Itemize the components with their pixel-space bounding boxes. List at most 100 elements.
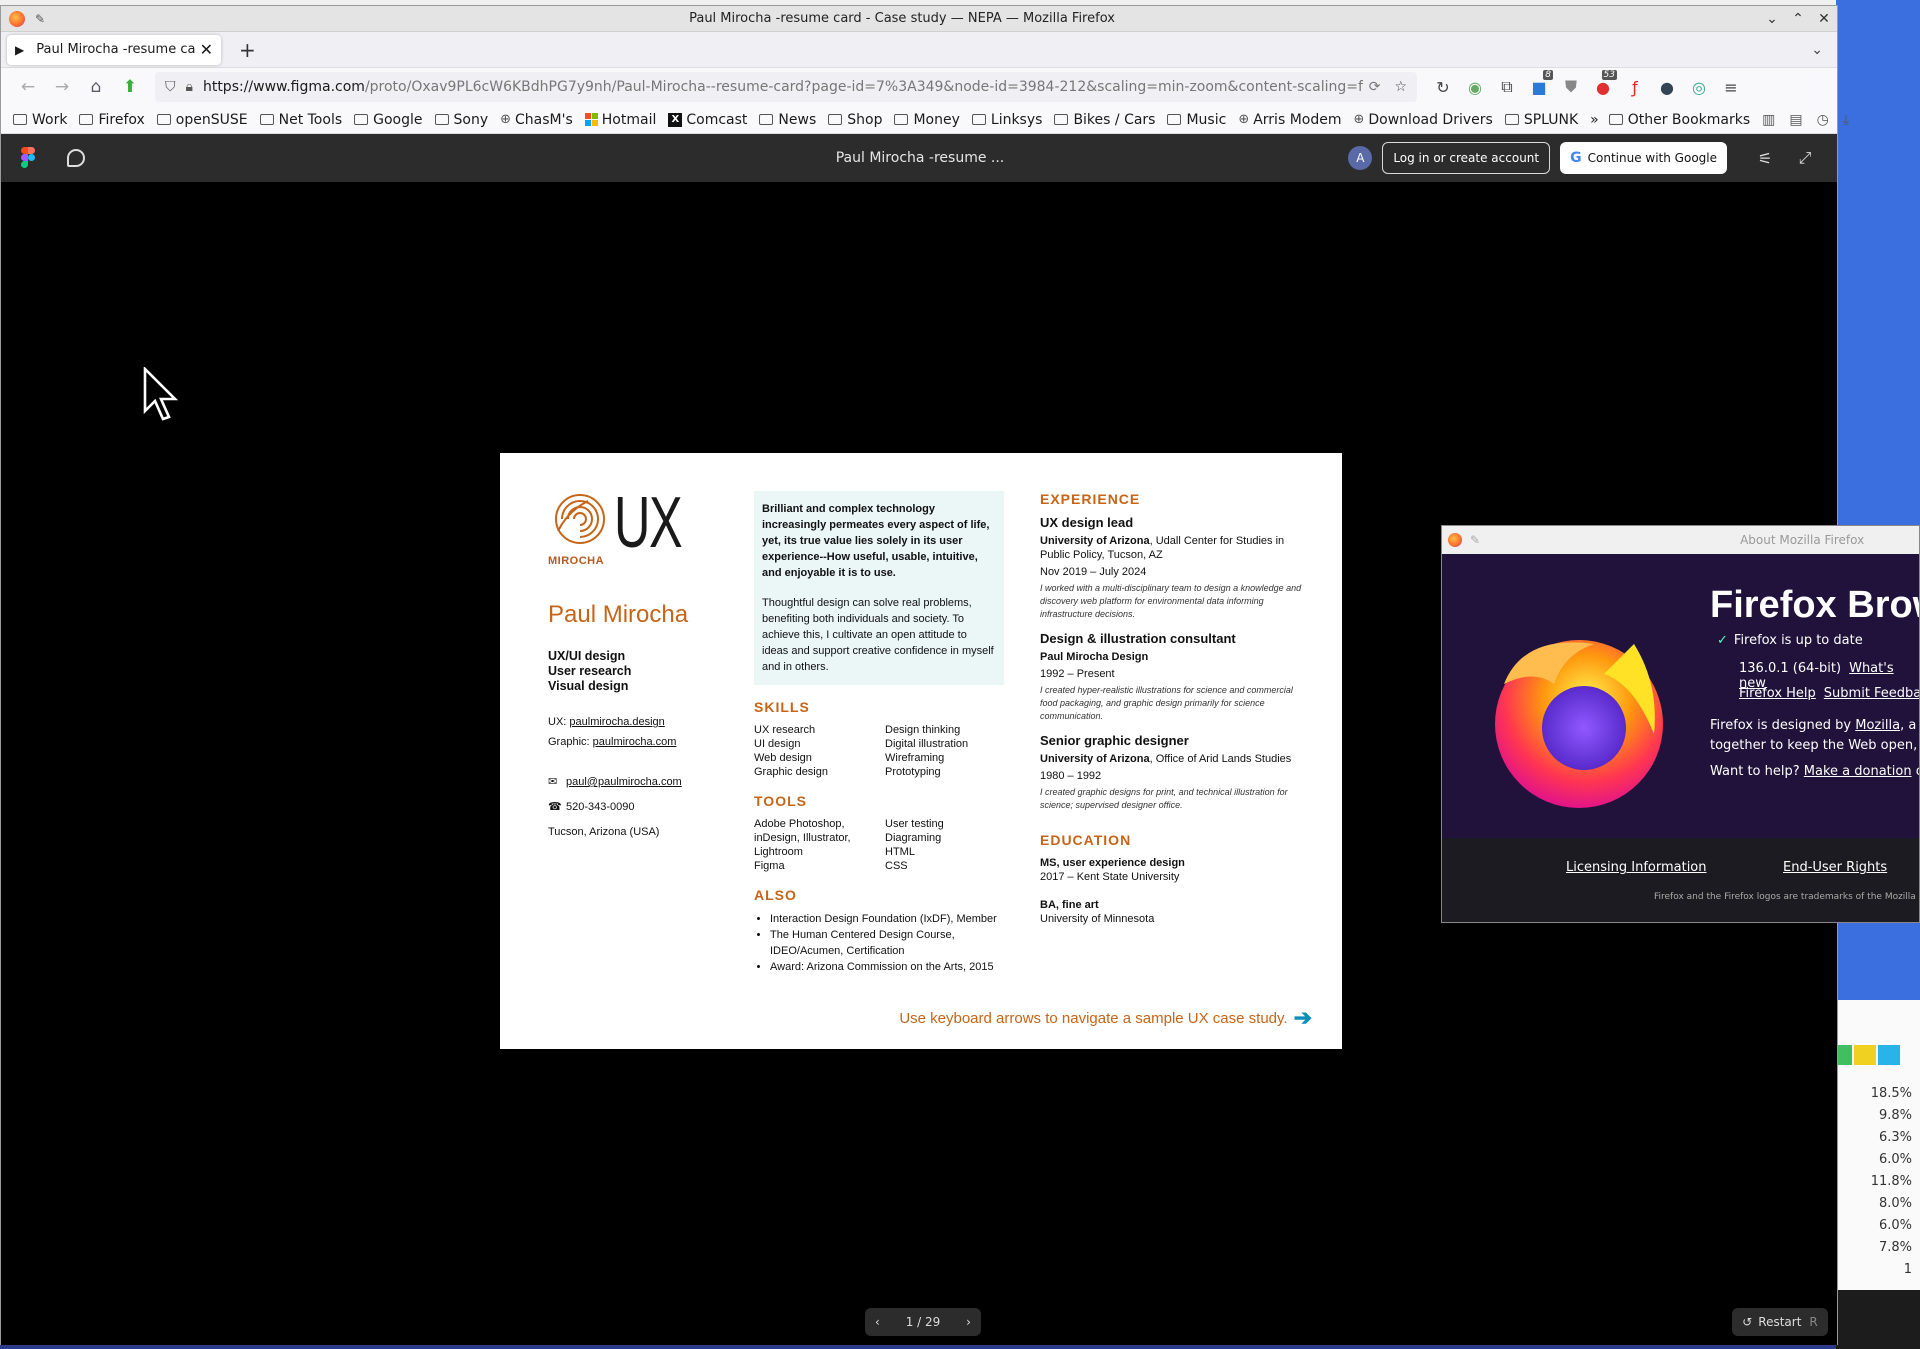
resume-card[interactable]: MIROCHA UX Paul Mirocha UX/UI design Use… bbox=[500, 453, 1342, 1049]
login-button[interactable]: Log in or create account bbox=[1382, 142, 1551, 174]
bookmark-item[interactable]: Money bbox=[894, 112, 960, 128]
bookmark-item[interactable]: Music bbox=[1167, 112, 1226, 128]
end-user-rights-link[interactable]: End-User Rights bbox=[1783, 860, 1887, 875]
reader-icon[interactable]: ⟳ bbox=[1369, 79, 1381, 95]
lock-icon[interactable]: 🔒︎ bbox=[186, 79, 193, 95]
bookmark-item[interactable]: Net Tools bbox=[259, 112, 342, 128]
window-titlebar: ✎ Paul Mirocha -resume card - Case study… bbox=[1, 6, 1837, 32]
restart-button[interactable]: ↺ Restart R bbox=[1732, 1308, 1828, 1336]
donation-text: Want to help? Make a donation or bbox=[1710, 764, 1919, 779]
education-entry: MS, user experience design 2017 – Kent S… bbox=[1040, 856, 1302, 884]
fullscreen-icon[interactable]: ⤢ bbox=[1785, 148, 1825, 168]
comment-icon[interactable] bbox=[67, 149, 85, 167]
also-item: Interaction Design Foundation (IxDF), Me… bbox=[770, 911, 1024, 927]
bookmark-star-icon[interactable]: ☆ bbox=[1394, 79, 1407, 95]
arrow-right-icon[interactable]: ➔ bbox=[1294, 1005, 1312, 1031]
designed-text: , a g bbox=[1900, 718, 1919, 733]
play-icon: ▶ bbox=[15, 42, 25, 57]
licensing-link[interactable]: Licensing Information bbox=[1566, 860, 1707, 875]
home-button[interactable]: ⌂ bbox=[79, 77, 113, 97]
maximize-icon[interactable]: ⌃ bbox=[1785, 11, 1811, 27]
back-button[interactable]: ← bbox=[11, 77, 45, 97]
extension-icon[interactable]: ● bbox=[1651, 78, 1683, 97]
extension-icon[interactable]: ● 53 bbox=[1587, 69, 1619, 97]
forward-button[interactable]: → bbox=[45, 77, 79, 97]
avatar[interactable]: A bbox=[1348, 146, 1373, 170]
save-icon[interactable]: ⤓ bbox=[1843, 112, 1849, 128]
next-page-icon[interactable]: › bbox=[966, 1315, 971, 1329]
bookmark-item[interactable]: openSUSE bbox=[156, 112, 248, 128]
flash-icon[interactable]: ƒ bbox=[1619, 78, 1651, 97]
bookmark-item[interactable]: Shop bbox=[828, 112, 882, 128]
more-bookmarks-icon[interactable]: » bbox=[1590, 112, 1599, 128]
bookmark-item[interactable]: Bikes / Cars bbox=[1054, 112, 1155, 128]
bookmark-item[interactable]: Google bbox=[354, 112, 423, 128]
donation-link[interactable]: Make a donation bbox=[1804, 764, 1912, 779]
minimize-icon[interactable]: ⌄ bbox=[1759, 11, 1785, 27]
google-login-button[interactable]: G Continue with Google bbox=[1560, 142, 1727, 174]
url-bar[interactable]: ⛉ 🔒︎ https://www.figma.com/proto/Oxav9PL… bbox=[155, 72, 1417, 102]
pin-icon[interactable]: ✎ bbox=[1470, 533, 1480, 547]
navigation-hint[interactable]: Use keyboard arrows to navigate a sample… bbox=[899, 1005, 1312, 1031]
bookmark-item[interactable]: ⊕ Arris Modem bbox=[1238, 112, 1341, 128]
bookmark-item[interactable]: ⊕ ChasM's bbox=[500, 112, 573, 128]
job-org-name: University of Arizona bbox=[1040, 753, 1150, 765]
menu-icon[interactable]: ≡ bbox=[1715, 78, 1747, 97]
bookmark-item[interactable]: Work bbox=[13, 112, 67, 128]
figma-logo-icon[interactable] bbox=[21, 147, 35, 169]
shield-extension-icon[interactable]: ⛊ bbox=[1555, 77, 1587, 97]
resume-left-column: MIROCHA UX Paul Mirocha UX/UI design Use… bbox=[548, 487, 728, 845]
bookmark-item[interactable]: Firefox bbox=[79, 112, 145, 128]
tab-close-icon[interactable]: ✕ bbox=[200, 40, 213, 59]
mozilla-link[interactable]: Mozilla bbox=[1855, 718, 1900, 733]
sidebar-icon[interactable]: ▥ bbox=[1762, 112, 1775, 128]
email-link[interactable]: paul@paulmirocha.com bbox=[566, 776, 682, 788]
bookmark-item[interactable]: X Comcast bbox=[668, 112, 747, 128]
bookmark-item[interactable]: News bbox=[759, 112, 816, 128]
puzzle-icon[interactable]: ⧉ bbox=[1491, 77, 1523, 97]
extension-icon[interactable]: ◎ bbox=[1683, 78, 1715, 97]
bookmark-item[interactable]: Sony bbox=[434, 112, 488, 128]
prev-page-icon[interactable]: ‹ bbox=[875, 1315, 880, 1329]
tab-figma[interactable]: ▶ Paul Mirocha -resume card ✕ bbox=[7, 34, 221, 65]
tool-item: Diagraming bbox=[885, 832, 942, 844]
tab-bar: ▶ Paul Mirocha -resume card ✕ + ⌄ bbox=[1, 32, 1837, 68]
extension-icon[interactable]: ◉ bbox=[1459, 78, 1491, 97]
folder-icon bbox=[13, 114, 27, 125]
toolbar-icons: ↻ ◉ ⧉ ■ 8 ⛊ ● 53 ƒ ● ◎ ≡ bbox=[1427, 69, 1747, 97]
screenshot-icon[interactable]: ▤ bbox=[1789, 112, 1802, 128]
settings-sliders-icon[interactable]: ⚟ bbox=[1745, 149, 1785, 168]
folder-icon bbox=[759, 114, 774, 125]
education-entry: BA, fine art University of Minnesota bbox=[1040, 898, 1302, 926]
bookmark-item[interactable]: ⊕ Download Drivers bbox=[1353, 112, 1492, 128]
close-icon[interactable]: ✕ bbox=[1811, 11, 1837, 27]
pin-icon[interactable]: ✎ bbox=[35, 12, 45, 26]
shield-icon[interactable]: ⛉ bbox=[165, 79, 176, 95]
submit-feedback-link[interactable]: Submit Feedba bbox=[1824, 686, 1919, 701]
tool-item: Figma bbox=[754, 860, 785, 872]
extension-icon[interactable]: ■ 8 bbox=[1523, 69, 1555, 97]
list-all-tabs-icon[interactable]: ⌄ bbox=[1811, 42, 1823, 58]
other-bookmarks[interactable]: Other Bookmarks bbox=[1608, 112, 1750, 128]
bookmark-item[interactable]: SPLUNK bbox=[1504, 112, 1578, 128]
bookmark-item[interactable]: Hotmail bbox=[584, 112, 656, 128]
ux-logo: MIROCHA UX bbox=[548, 487, 728, 571]
graphic-portfolio-link[interactable]: paulmirocha.com bbox=[593, 736, 677, 748]
tool-item: User testing bbox=[885, 818, 944, 830]
bookmark-label: Shop bbox=[847, 111, 883, 128]
phone-number: 520-343-0090 bbox=[566, 801, 635, 813]
job-title: Design & illustration consultant bbox=[1040, 631, 1236, 646]
firefox-help-link[interactable]: Firefox Help bbox=[1739, 686, 1816, 701]
ux-portfolio-link[interactable]: paulmirocha.design bbox=[569, 716, 664, 728]
url-text[interactable]: https://www.figma.com/proto/Oxav9PL6cW6K… bbox=[203, 79, 1363, 95]
extension-icon[interactable]: ⬆ bbox=[113, 77, 147, 97]
reload-icon[interactable]: ↻ bbox=[1427, 78, 1459, 97]
update-status: ✓ Firefox is up to date bbox=[1717, 633, 1863, 648]
folder-icon bbox=[79, 114, 94, 125]
new-tab-button[interactable]: + bbox=[239, 38, 256, 62]
bookmark-item[interactable]: Linksys bbox=[971, 112, 1042, 128]
want-help-text: Want to help? bbox=[1710, 764, 1804, 779]
history-icon[interactable]: ◷ bbox=[1817, 112, 1829, 128]
job-dates: Nov 2019 – July 2024 bbox=[1040, 566, 1147, 578]
skill-item: UX research bbox=[754, 724, 816, 736]
